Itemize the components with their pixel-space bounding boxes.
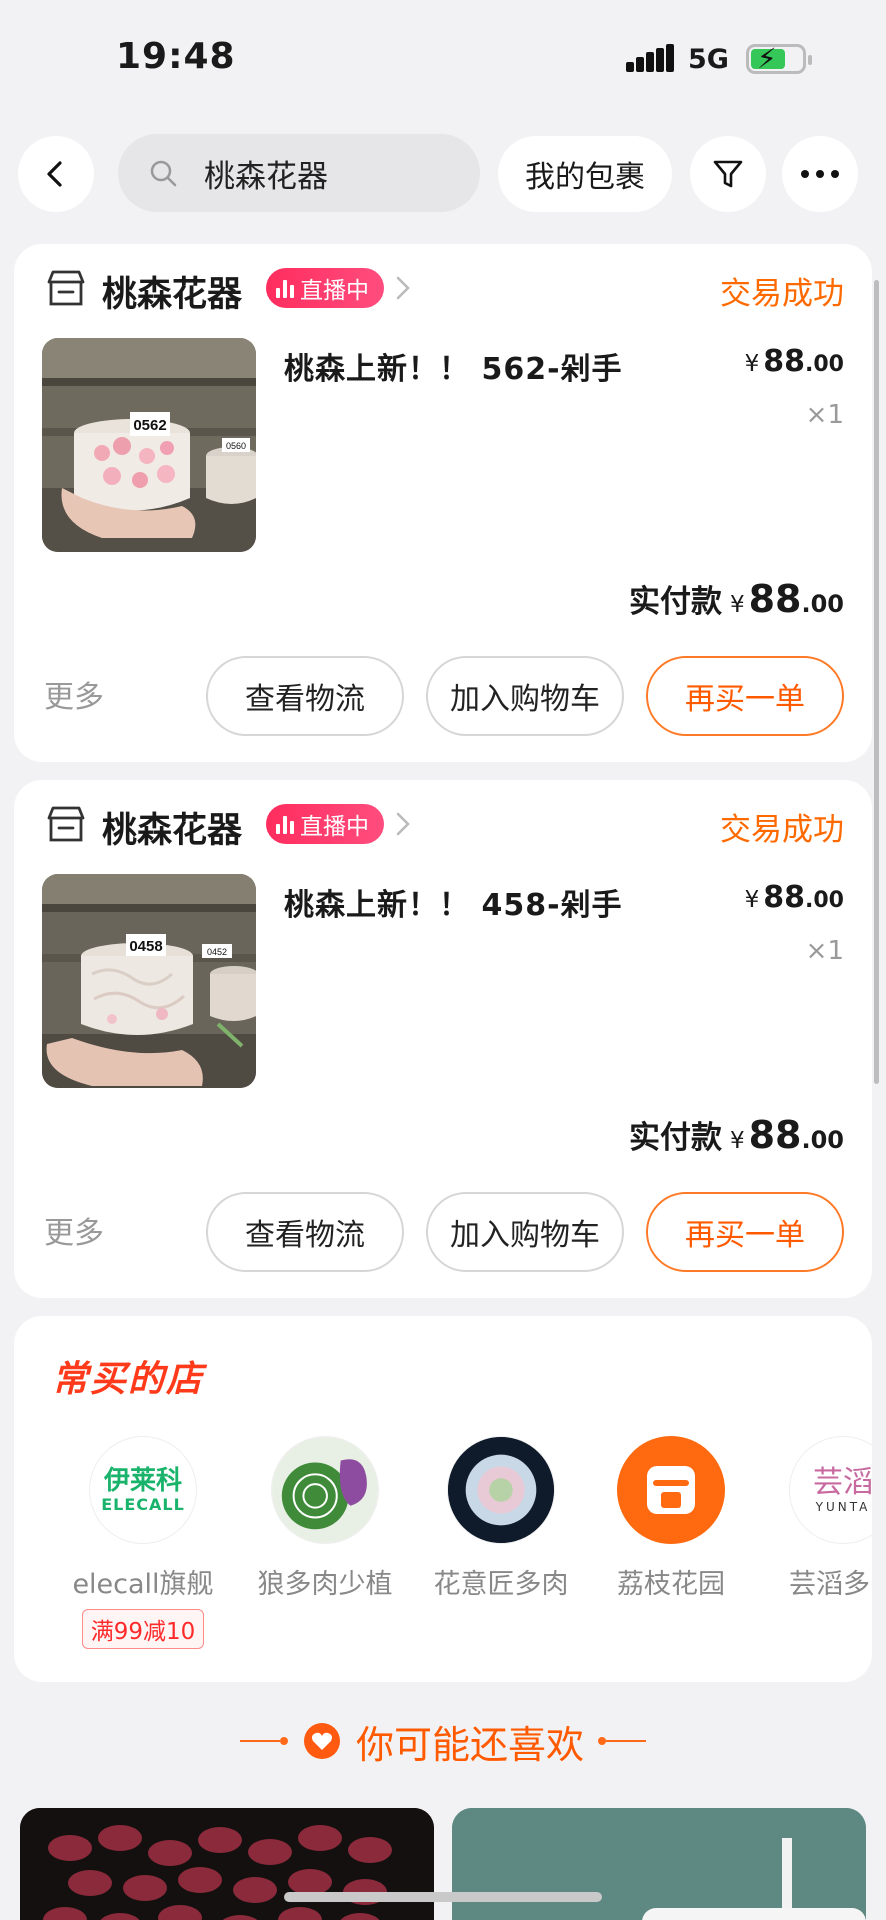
product-title[interactable]: 桃森上新！！ 458-剁手 [284, 880, 623, 924]
status-time: 19:48 [116, 36, 236, 77]
battery-icon: ⚡ [746, 43, 812, 75]
live-bars-icon [276, 278, 296, 298]
live-label: 直播中 [300, 814, 369, 840]
more-link[interactable]: 更多 [44, 1208, 104, 1252]
product-tag-label: 0458 [129, 938, 162, 955]
paid-amount: ¥88.00 [729, 577, 844, 621]
add-to-cart-button[interactable]: 加入购物车 [426, 656, 624, 736]
store-icon [47, 806, 85, 842]
live-bars-icon [276, 814, 296, 834]
paid-label: 实付款 [628, 1120, 722, 1156]
divider-dot [598, 1737, 606, 1745]
view-logistics-button[interactable]: 查看物流 [206, 1192, 404, 1272]
status-bar: 19:48 5G ⚡ [0, 0, 886, 120]
store-logo-icon [647, 1466, 695, 1514]
frequent-shops-title: 常买的店 [52, 1359, 205, 1400]
store-icon [47, 270, 85, 306]
filter-button[interactable] [690, 136, 766, 212]
divider [239, 1740, 280, 1742]
shop-avatar: 芸滔 YUNTA [789, 1436, 872, 1544]
shop-label: 荔枝花园 [617, 1569, 725, 1600]
shop-label: 花意匠多肉 [433, 1569, 569, 1600]
shop-avatar [617, 1436, 725, 1544]
shop-avatar: 伊莱科 ELECALL [89, 1436, 197, 1544]
recommend-title: 你可能还喜欢 [355, 1722, 584, 1767]
search-input[interactable]: 桃森花器 [118, 134, 480, 212]
heart-icon [303, 1723, 340, 1759]
shop-name[interactable]: 桃森花器 [102, 802, 242, 853]
divider [606, 1740, 646, 1742]
scrollbar[interactable] [874, 280, 879, 1084]
paid-row: 实付款 ¥88.00 [629, 1112, 844, 1157]
more-options-button[interactable] [782, 136, 858, 212]
product-tag-label-2: 0452 [207, 947, 227, 957]
order-status: 交易成功 [720, 812, 844, 848]
live-badge[interactable]: 直播中 [266, 804, 384, 844]
product-image[interactable]: 0562 0560 [42, 338, 256, 552]
view-logistics-button[interactable]: 查看物流 [206, 656, 404, 736]
search-icon [150, 160, 177, 187]
frequent-shop-item[interactable]: 荔枝花园 [586, 1436, 756, 1601]
frequent-shop-item[interactable]: 花意匠多肉 [416, 1436, 586, 1601]
quantity: ×1 [805, 400, 844, 430]
product-title[interactable]: 桃森上新！！ 562-剁手 [284, 344, 623, 388]
signal-icon [626, 44, 674, 72]
chevron-right-icon[interactable] [392, 806, 416, 842]
my-packages-button[interactable]: 我的包裹 [498, 136, 672, 212]
shop-avatar [271, 1436, 379, 1544]
frequent-shop-item[interactable]: 伊莱科 ELECALL elecall旗舰 满99减10 [58, 1436, 228, 1649]
shop-label: elecall旗舰 [72, 1569, 214, 1600]
live-badge[interactable]: 直播中 [266, 268, 384, 308]
recommend-item[interactable] [452, 1808, 866, 1920]
frequent-shops-section: 常买的店 伊莱科 ELECALL elecall旗舰 满99减10 狼多肉少植 [14, 1316, 872, 1682]
ellipsis-icon [801, 170, 839, 178]
shop-label: 狼多肉少植 [257, 1569, 393, 1600]
buy-again-button[interactable]: 再买一单 [646, 656, 844, 736]
buy-again-button[interactable]: 再买一单 [646, 1192, 844, 1272]
frequent-shop-item[interactable]: 芸滔 YUNTA 芸滔多肉 [758, 1436, 872, 1601]
divider-dot [279, 1737, 288, 1745]
chevron-left-icon [47, 161, 62, 187]
paid-amount: ¥88.00 [729, 1113, 844, 1157]
paid-row: 实付款 ¥88.00 [629, 576, 844, 621]
paid-label: 实付款 [628, 584, 722, 620]
order-card: 桃森花器 直播中 交易成功 0562 0560 桃森上新！！ 562-剁手 ¥8… [14, 244, 872, 762]
network-type: 5G [688, 44, 729, 75]
quantity: ×1 [805, 936, 844, 966]
recommend-header: 你可能还喜欢 [0, 1716, 886, 1767]
shop-name[interactable]: 桃森花器 [102, 266, 242, 317]
recommend-item[interactable] [20, 1808, 434, 1920]
product-tag-label: 0562 [133, 417, 166, 434]
search-query: 桃森花器 [204, 158, 328, 195]
filter-icon [713, 160, 743, 188]
home-indicator[interactable] [284, 1892, 602, 1902]
back-button[interactable] [18, 136, 94, 212]
add-to-cart-button[interactable]: 加入购物车 [426, 1192, 624, 1272]
order-card: 桃森花器 直播中 交易成功 0458 0452 桃森上新！！ 458-剁手 ¥ … [14, 780, 872, 1298]
live-label: 直播中 [300, 278, 369, 304]
shop-avatar [447, 1436, 555, 1544]
unit-price: ¥88.00 [744, 344, 844, 379]
chevron-right-icon[interactable] [392, 270, 416, 306]
shop-label: 芸滔多肉 [789, 1569, 872, 1600]
unit-price: ¥88.00 [744, 880, 844, 915]
promo-badge: 满99减10 [81, 1609, 205, 1649]
frequent-shop-item[interactable]: 狼多肉少植 [240, 1436, 410, 1601]
more-link[interactable]: 更多 [44, 672, 104, 716]
product-tag-label-2: 0560 [226, 441, 246, 451]
product-image[interactable]: 0458 0452 [42, 874, 256, 1088]
order-status: 交易成功 [720, 276, 844, 312]
